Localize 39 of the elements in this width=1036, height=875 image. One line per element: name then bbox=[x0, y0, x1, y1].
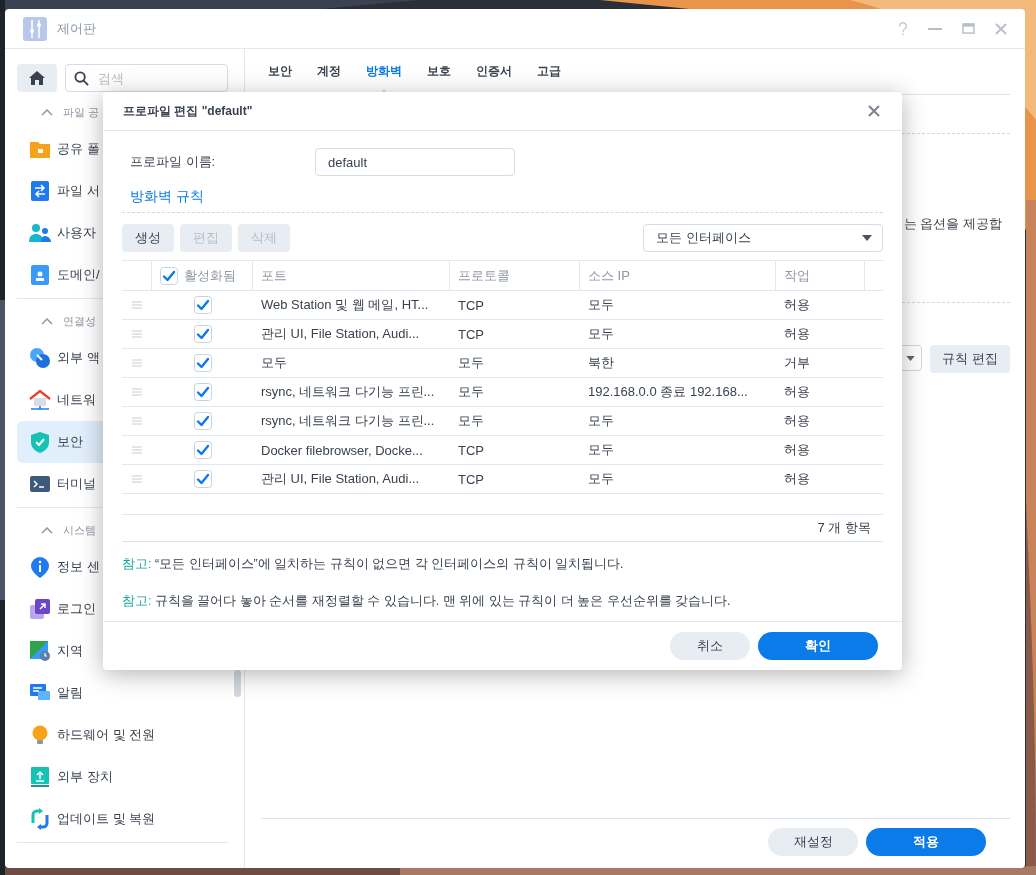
table-cell: 거부 bbox=[784, 354, 810, 372]
table-cell: 허용 bbox=[784, 470, 810, 488]
table-cell: TCP bbox=[458, 442, 484, 458]
table-cell: rsync, 네트워크 다기능 프린... bbox=[261, 383, 435, 401]
table-cell: 허용 bbox=[784, 296, 810, 314]
table-cell: TCP bbox=[458, 297, 484, 313]
table-cell: 허용 bbox=[784, 412, 810, 430]
window-title: 제어판 bbox=[57, 19, 96, 38]
table-cell: 모두 bbox=[588, 325, 614, 343]
item-count: 7 개 항목 bbox=[817, 519, 871, 537]
table-cell: 허용 bbox=[784, 383, 810, 401]
table-cell: 허용 bbox=[784, 441, 810, 459]
table-cell: 관리 UI, File Station, Audi... bbox=[261, 470, 420, 488]
table-cell: 모두 bbox=[588, 441, 614, 459]
section-header: 시스템 bbox=[63, 522, 96, 538]
table-cell: TCP bbox=[458, 471, 484, 487]
description-text: 는 옵션을 제공합 bbox=[903, 215, 1002, 233]
table-cell: 관리 UI, File Station, Audi... bbox=[261, 325, 420, 343]
dialog-title: 프로파일 편집 "default" bbox=[123, 102, 253, 120]
section-title: 방화벽 규칙 bbox=[130, 188, 204, 204]
section-header: 연결성 bbox=[63, 313, 96, 329]
table-cell: 모두 bbox=[588, 412, 614, 430]
table-cell: rsync, 네트워크 다기능 프린... bbox=[261, 412, 435, 430]
table-cell: 북한 bbox=[588, 354, 614, 372]
table-cell: 모두 bbox=[588, 470, 614, 488]
table-cell: 모두 bbox=[261, 354, 287, 372]
section-header: 파일 공 bbox=[63, 104, 100, 120]
table-cell: TCP bbox=[458, 326, 484, 342]
note-text: 참고: 규칙을 끌어다 놓아 순서를 재정렬할 수 있습니다. 맨 위에 있는 규칙이 더 높은 우선순위를 갖습니다. bbox=[122, 593, 732, 610]
table-cell: 모두 bbox=[458, 383, 484, 401]
table-cell: 192.168.0.0 종료 192.168... bbox=[588, 383, 748, 401]
table-cell: 모두 bbox=[588, 296, 614, 314]
table-cell: Docker filebrowser, Docke... bbox=[261, 442, 423, 458]
table-cell: 모두 bbox=[458, 412, 484, 430]
note-text: 참고: “모든 인터페이스”에 일치하는 규칙이 없으면 각 인터페이스의 규칙이 일치됩니다. bbox=[122, 556, 625, 573]
table-cell: 허용 bbox=[784, 325, 810, 343]
field-label: 프로파일 이름: bbox=[129, 153, 217, 171]
table-cell: Web Station 및 웹 메일, HT... bbox=[261, 296, 429, 314]
table-cell: 모두 bbox=[458, 354, 484, 372]
